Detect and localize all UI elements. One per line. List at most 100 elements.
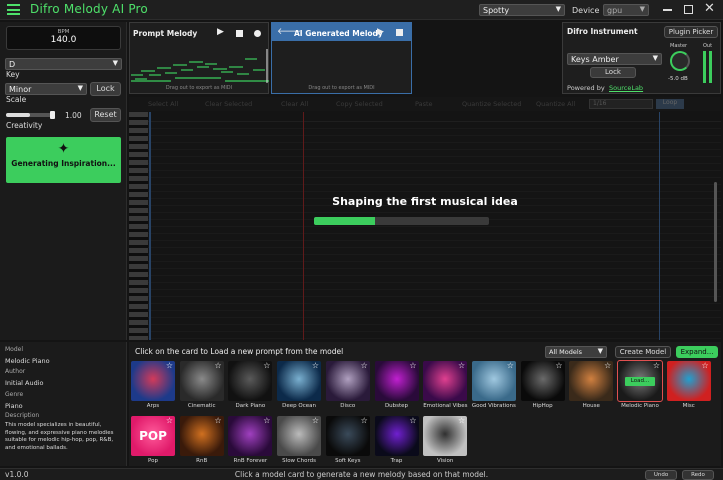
model-card[interactable]: ☆ Trap bbox=[374, 416, 419, 464]
model-card[interactable]: ☆ Dubstep bbox=[374, 361, 419, 409]
favorite-star-icon[interactable]: ☆ bbox=[215, 361, 222, 370]
favorite-star-icon[interactable]: ☆ bbox=[263, 416, 270, 425]
creativity-slider-handle[interactable] bbox=[50, 111, 55, 119]
maximize-icon[interactable] bbox=[684, 5, 693, 14]
model-card-name: House bbox=[582, 403, 600, 409]
stop-icon[interactable] bbox=[396, 29, 403, 36]
powered-by-label: Powered by bbox=[567, 84, 605, 92]
chevron-down-icon: ▼ bbox=[652, 54, 658, 62]
creativity-label: Creativity bbox=[6, 121, 43, 130]
model-filter-select[interactable]: All Models ▼ bbox=[545, 346, 607, 358]
favorite-star-icon[interactable]: ☆ bbox=[409, 416, 416, 425]
copy-selected-button[interactable]: Copy Selected bbox=[336, 100, 383, 108]
loop-button[interactable]: Loop bbox=[656, 99, 684, 109]
scale-select[interactable]: Minor ▼ bbox=[5, 83, 87, 95]
model-card[interactable]: ☆ RnB bbox=[179, 416, 224, 464]
model-card[interactable]: ☆ Disco bbox=[325, 361, 370, 409]
expand-button[interactable]: Expand... bbox=[676, 346, 718, 358]
model-card-name: Dark Piano bbox=[235, 403, 266, 409]
create-model-button[interactable]: Create Model bbox=[615, 346, 671, 358]
quantize-all-button[interactable]: Quantize All bbox=[536, 100, 575, 108]
load-button[interactable]: Load... bbox=[625, 377, 655, 386]
close-icon[interactable]: ✕ bbox=[704, 1, 715, 16]
ai-melody-title: AI Generated Melody bbox=[294, 29, 383, 38]
model-card[interactable]: ☆ House bbox=[569, 361, 614, 409]
model-card[interactable]: ☆ Dark Piano bbox=[228, 361, 273, 409]
favorite-star-icon[interactable]: ☆ bbox=[702, 361, 709, 370]
key-select[interactable]: D ▼ bbox=[5, 58, 122, 70]
device-select[interactable]: gpu ▼ bbox=[603, 4, 649, 16]
minimize-icon[interactable] bbox=[663, 9, 672, 11]
model-value: Melodic Piano bbox=[5, 357, 50, 365]
models-panel: Click on the card to Load a new prompt f… bbox=[129, 342, 721, 466]
model-card[interactable]: ☆ Slow Chords bbox=[277, 416, 322, 464]
favorite-star-icon[interactable]: ☆ bbox=[361, 361, 368, 370]
model-card-name: Slow Chords bbox=[282, 458, 317, 464]
prompt-melody-panel[interactable]: Prompt Melody ▶ Drag out to export as MI… bbox=[129, 22, 269, 94]
paste-button[interactable]: Paste bbox=[415, 100, 433, 108]
plugin-picker-button[interactable]: Plugin Picker bbox=[664, 26, 718, 38]
dim-overlay bbox=[129, 112, 721, 340]
favorite-star-icon[interactable]: ☆ bbox=[312, 361, 319, 370]
clear-all-button[interactable]: Clear All bbox=[281, 100, 308, 108]
model-card-name: Soft Keys bbox=[335, 458, 361, 464]
model-card[interactable]: Load... ☆ Melodic Piano bbox=[617, 360, 663, 409]
piano-roll[interactable]: Shaping the first musical idea bbox=[129, 112, 721, 340]
favorite-star-icon[interactable]: ☆ bbox=[409, 361, 416, 370]
model-card[interactable]: POP ☆ Pop bbox=[131, 416, 175, 464]
model-card[interactable]: ☆ Vision bbox=[423, 416, 468, 464]
prompt-melody-preview bbox=[131, 49, 269, 83]
favorite-star-icon[interactable]: ☆ bbox=[458, 361, 465, 370]
favorite-star-icon[interactable]: ☆ bbox=[166, 361, 173, 370]
undo-button[interactable]: Undo bbox=[645, 470, 677, 480]
favorite-star-icon[interactable]: ☆ bbox=[507, 361, 514, 370]
model-card[interactable]: ☆ Good Vibrations bbox=[471, 361, 516, 409]
editor-toolbar: Select All Clear Selected Clear All Copy… bbox=[129, 97, 721, 111]
left-panel: BPM 140.0 D ▼ Key Minor ▼ Lock Scale 1.00 … bbox=[0, 22, 127, 340]
instrument-preset-select[interactable]: Keys Amber ▼ bbox=[567, 53, 662, 65]
favorite-star-icon[interactable]: ☆ bbox=[166, 416, 173, 425]
chevron-down-icon: ▼ bbox=[597, 347, 603, 355]
ai-melody-panel[interactable]: 🡐 AI Generated Melody ▶ Drag out to expo… bbox=[271, 22, 412, 94]
model-card[interactable]: ☆ Misc bbox=[666, 361, 711, 409]
favorite-star-icon[interactable]: ☆ bbox=[361, 416, 368, 425]
model-card[interactable]: ☆ RnB Forever bbox=[228, 416, 273, 464]
favorite-star-icon[interactable]: ☆ bbox=[458, 416, 465, 425]
progress-bar-fill bbox=[314, 217, 376, 225]
device-select-value: gpu bbox=[607, 6, 623, 15]
play-icon[interactable]: ▶ bbox=[377, 27, 384, 37]
record-icon[interactable] bbox=[254, 30, 261, 37]
bpm-box[interactable]: BPM 140.0 bbox=[6, 26, 121, 50]
clear-selected-button[interactable]: Clear Selected bbox=[205, 100, 252, 108]
master-label: Master bbox=[670, 43, 688, 49]
model-card-name: Good Vibrations bbox=[471, 403, 516, 409]
model-card[interactable]: ☆ Deep Ocean bbox=[277, 361, 322, 409]
select-all-button[interactable]: Select All bbox=[148, 100, 178, 108]
model-card[interactable]: ☆ Emotional Vibes bbox=[423, 361, 467, 409]
stop-icon[interactable] bbox=[236, 30, 243, 37]
favorite-star-icon[interactable]: ☆ bbox=[555, 361, 562, 370]
play-icon[interactable]: ▶ bbox=[217, 27, 224, 37]
favorite-star-icon[interactable]: ☆ bbox=[312, 416, 319, 425]
favorite-star-icon[interactable]: ☆ bbox=[263, 361, 270, 370]
favorite-star-icon[interactable]: ☆ bbox=[604, 361, 611, 370]
model-card[interactable]: ☆ HipHop bbox=[520, 361, 565, 409]
generate-button[interactable]: ✦ Generating Inspiration... bbox=[6, 137, 121, 183]
redo-button[interactable]: Redo bbox=[682, 470, 714, 480]
model-card[interactable]: ☆ Soft Keys bbox=[325, 416, 370, 464]
favorite-star-icon[interactable]: ☆ bbox=[215, 416, 222, 425]
sourcelab-link[interactable]: SourceLab bbox=[609, 84, 643, 92]
model-card[interactable]: ☆ Arps bbox=[131, 361, 175, 409]
hamburger-menu-icon[interactable] bbox=[7, 4, 20, 15]
grid-select[interactable]: 1/16 bbox=[589, 99, 653, 109]
creativity-slider[interactable] bbox=[6, 111, 55, 119]
model-card[interactable]: ☆ Cinematic bbox=[179, 361, 224, 409]
scale-lock-button[interactable]: Lock bbox=[90, 82, 121, 96]
instrument-lock-button[interactable]: Lock bbox=[590, 67, 636, 78]
source-select[interactable]: Spotty ▼ bbox=[479, 4, 565, 16]
creativity-reset-button[interactable]: Reset bbox=[90, 108, 121, 122]
model-card-name: RnB bbox=[196, 458, 208, 464]
quantize-selected-button[interactable]: Quantize Selected bbox=[462, 100, 521, 108]
favorite-star-icon[interactable]: ☆ bbox=[653, 361, 660, 370]
master-volume-knob[interactable] bbox=[670, 51, 690, 71]
